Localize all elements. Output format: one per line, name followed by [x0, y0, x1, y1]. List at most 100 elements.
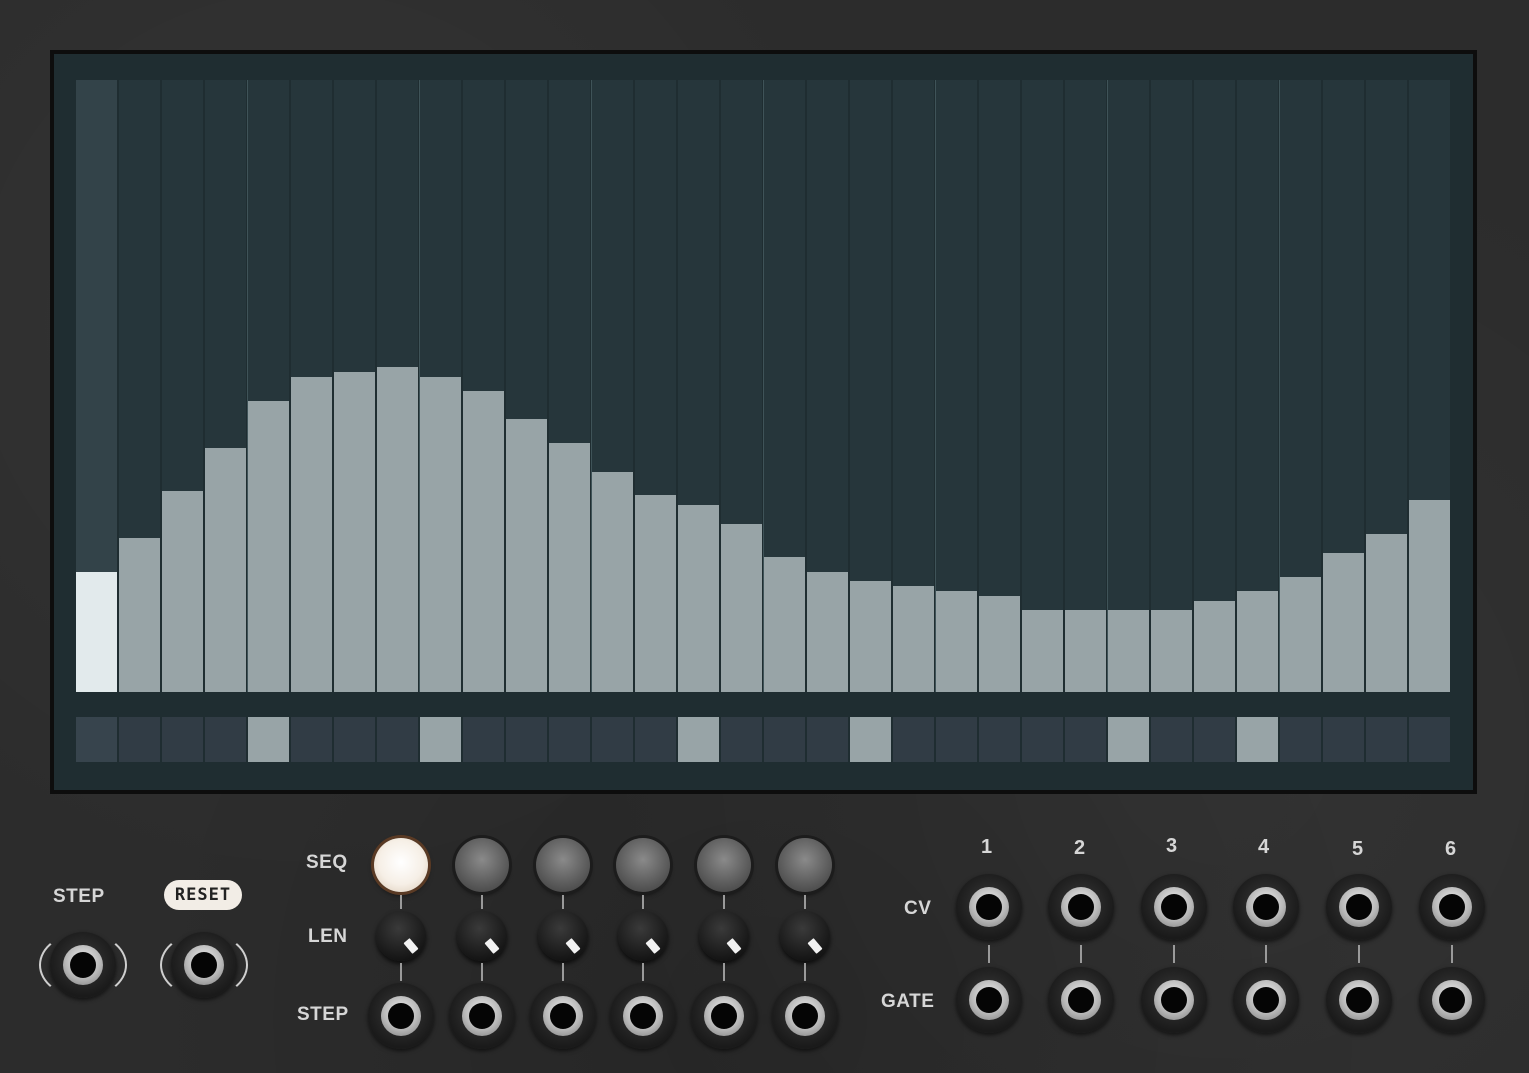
gate-output-jack-6[interactable] [1419, 967, 1485, 1033]
gate-output-jack-1[interactable] [956, 967, 1022, 1033]
step-bar[interactable] [463, 391, 504, 692]
cv-output-jack-1[interactable] [956, 874, 1022, 940]
step-bar[interactable] [1409, 500, 1450, 692]
gate-cell[interactable] [1237, 717, 1278, 762]
step-bar[interactable] [635, 495, 676, 692]
step-column[interactable] [463, 80, 504, 692]
step-output-jack-3[interactable] [530, 983, 596, 1049]
step-output-jack-5[interactable] [691, 983, 757, 1049]
length-knob-2[interactable] [457, 911, 507, 961]
cv-output-jack-2[interactable] [1048, 874, 1114, 940]
gate-cell[interactable] [721, 717, 762, 762]
gate-cell[interactable] [807, 717, 848, 762]
step-bar[interactable] [893, 586, 934, 692]
step-column[interactable] [936, 80, 977, 692]
gate-cell[interactable] [1151, 717, 1192, 762]
seq-select-button-3[interactable] [536, 838, 590, 892]
gate-cell[interactable] [850, 717, 891, 762]
step-bar[interactable] [1237, 591, 1278, 692]
step-column[interactable] [1366, 80, 1407, 692]
step-bar[interactable] [1151, 610, 1192, 692]
step-column[interactable] [893, 80, 934, 692]
gate-cell[interactable] [1022, 717, 1063, 762]
step-column[interactable] [1323, 80, 1364, 692]
step-bar[interactable] [721, 524, 762, 692]
gate-cell[interactable] [1108, 717, 1149, 762]
step-column[interactable] [1065, 80, 1106, 692]
cv-output-jack-5[interactable] [1326, 874, 1392, 940]
step-bar[interactable] [807, 572, 848, 692]
step-bar[interactable] [936, 591, 977, 692]
step-bar[interactable] [549, 443, 590, 692]
step-column[interactable] [678, 80, 719, 692]
gate-cell[interactable] [334, 717, 375, 762]
step-bar[interactable] [1366, 534, 1407, 692]
step-column[interactable] [420, 80, 461, 692]
gate-output-jack-5[interactable] [1326, 967, 1392, 1033]
step-column[interactable] [119, 80, 160, 692]
gate-cell[interactable] [1065, 717, 1106, 762]
step-bar[interactable] [119, 538, 160, 692]
gate-cell[interactable] [1366, 717, 1407, 762]
step-output-jack-1[interactable] [368, 983, 434, 1049]
reset-button[interactable]: RESET [164, 880, 242, 910]
step-input-jack[interactable] [50, 932, 116, 998]
gate-cell[interactable] [549, 717, 590, 762]
seq-select-button-1[interactable] [374, 838, 428, 892]
seq-select-button-2[interactable] [455, 838, 509, 892]
seq-select-button-6[interactable] [778, 838, 832, 892]
step-bar[interactable] [592, 472, 633, 692]
gate-cell[interactable] [420, 717, 461, 762]
step-column[interactable] [1108, 80, 1149, 692]
gate-cell[interactable] [377, 717, 418, 762]
gate-row[interactable] [76, 717, 1450, 762]
gate-output-jack-3[interactable] [1141, 967, 1207, 1033]
gate-cell[interactable] [1280, 717, 1321, 762]
step-column[interactable] [334, 80, 375, 692]
cv-output-jack-4[interactable] [1233, 874, 1299, 940]
length-knob-6[interactable] [780, 911, 830, 961]
gate-output-jack-2[interactable] [1048, 967, 1114, 1033]
gate-cell[interactable] [592, 717, 633, 762]
gate-cell[interactable] [1323, 717, 1364, 762]
step-column[interactable] [205, 80, 246, 692]
seq-select-button-4[interactable] [616, 838, 670, 892]
step-column[interactable] [807, 80, 848, 692]
gate-cell[interactable] [1194, 717, 1235, 762]
step-bar[interactable] [1194, 601, 1235, 692]
step-bar[interactable] [1323, 553, 1364, 692]
step-column[interactable] [1409, 80, 1450, 692]
step-column[interactable] [1194, 80, 1235, 692]
gate-output-jack-4[interactable] [1233, 967, 1299, 1033]
step-bar[interactable] [162, 491, 203, 692]
step-output-jack-6[interactable] [772, 983, 838, 1049]
step-bar[interactable] [850, 581, 891, 692]
step-column[interactable] [248, 80, 289, 692]
gate-cell[interactable] [893, 717, 934, 762]
seq-select-button-5[interactable] [697, 838, 751, 892]
step-bar[interactable] [76, 572, 117, 692]
step-bar[interactable] [205, 448, 246, 692]
step-bar[interactable] [1280, 577, 1321, 692]
step-column[interactable] [1022, 80, 1063, 692]
length-knob-1[interactable] [376, 911, 426, 961]
gate-cell[interactable] [291, 717, 332, 762]
gate-cell[interactable] [76, 717, 117, 762]
reset-input-jack[interactable] [171, 932, 237, 998]
gate-cell[interactable] [463, 717, 504, 762]
length-knob-3[interactable] [538, 911, 588, 961]
step-bar[interactable] [377, 367, 418, 692]
step-column[interactable] [1280, 80, 1321, 692]
step-bar[interactable] [291, 377, 332, 692]
gate-cell[interactable] [678, 717, 719, 762]
gate-cell[interactable] [635, 717, 676, 762]
gate-cell[interactable] [979, 717, 1020, 762]
step-bar[interactable] [248, 401, 289, 692]
step-column[interactable] [76, 80, 117, 692]
length-knob-5[interactable] [699, 911, 749, 961]
gate-cell[interactable] [162, 717, 203, 762]
step-column[interactable] [635, 80, 676, 692]
gate-cell[interactable] [119, 717, 160, 762]
step-bar[interactable] [506, 419, 547, 692]
step-bar[interactable] [764, 557, 805, 692]
